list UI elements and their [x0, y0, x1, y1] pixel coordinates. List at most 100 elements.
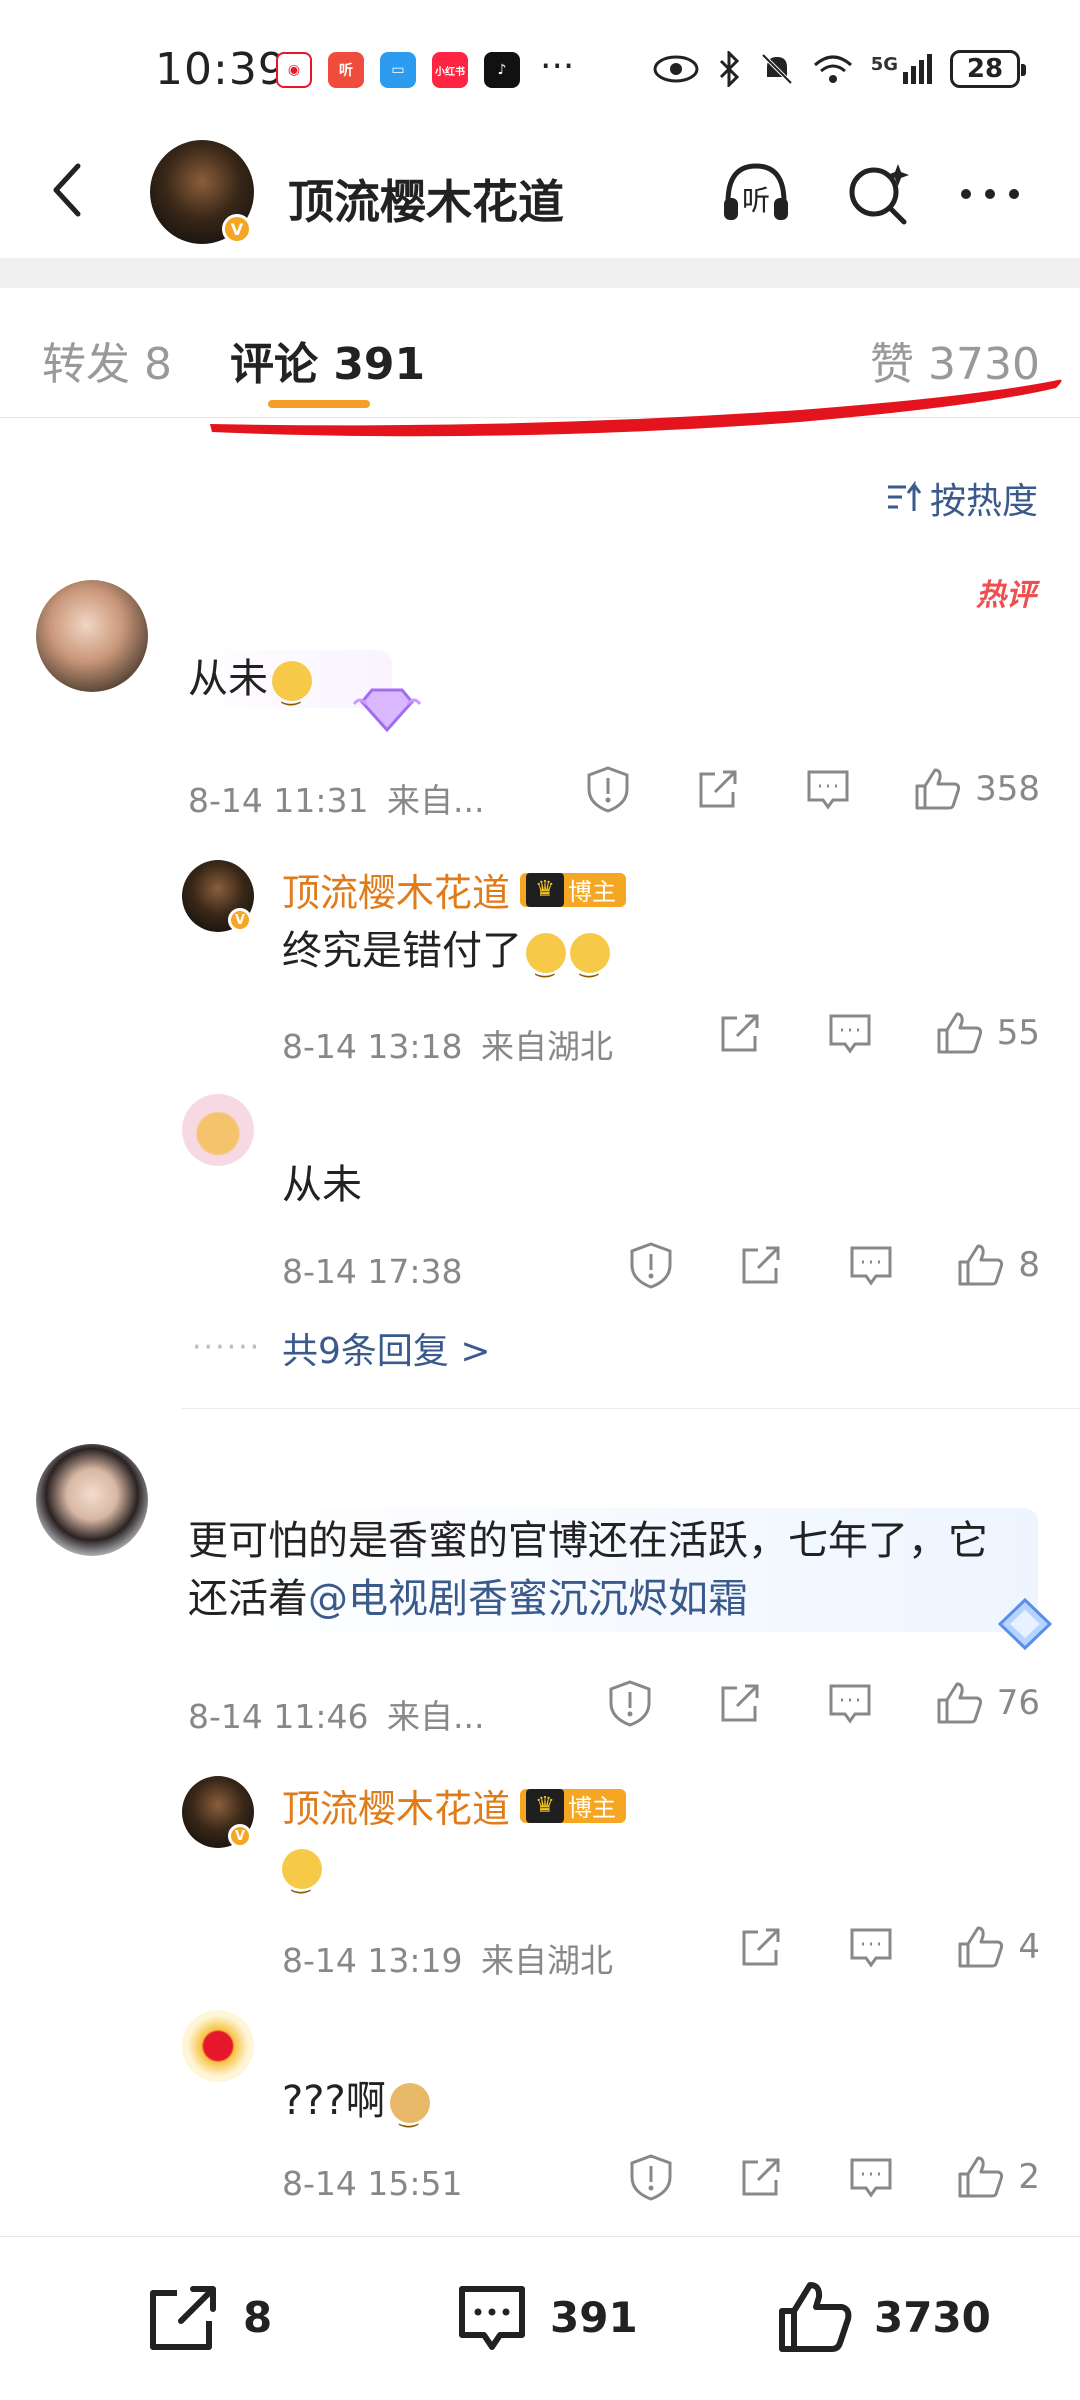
- svg-text:听: 听: [742, 184, 770, 217]
- report-button[interactable]: [583, 764, 633, 814]
- share-icon: [721, 1684, 759, 1722]
- reply-button[interactable]: [846, 1922, 896, 1972]
- commenter-avatar[interactable]: [36, 580, 148, 692]
- report-button[interactable]: [605, 1678, 655, 1728]
- signal-indicator: 5G: [871, 54, 932, 84]
- diamond-badge-icon: [352, 688, 422, 733]
- report-button[interactable]: [626, 2152, 676, 2202]
- battery-indicator: 28: [950, 50, 1026, 88]
- more-options-icon[interactable]: [952, 156, 1028, 232]
- shield-icon: [630, 1242, 672, 1289]
- reply-actions: 4: [676, 1922, 1040, 1972]
- comment-source: 来自...: [387, 781, 485, 820]
- thumbs-up-icon: [937, 1682, 982, 1724]
- sort-by-hot-button[interactable]: 按热度: [886, 472, 1038, 524]
- tab-comments[interactable]: 评论 391: [230, 328, 425, 392]
- share-button[interactable]: [715, 1008, 765, 1058]
- cry-emoji-icon: [570, 933, 610, 995]
- comment-button[interactable]: 391: [452, 2277, 638, 2357]
- share-button[interactable]: [715, 1678, 765, 1728]
- mention-link[interactable]: @电视剧香蜜沉沉烬如霜: [308, 1576, 748, 1622]
- reply-button[interactable]: [825, 1008, 875, 1058]
- more-notifications-icon: ···: [540, 46, 575, 87]
- tiktok-app-icon: ♪: [484, 52, 520, 88]
- comment-icon: [829, 1014, 871, 1054]
- reply-actions: 8: [566, 1240, 1040, 1290]
- status-app-icons: ◉ 听 ▭ 小红书 ♪: [276, 52, 520, 88]
- sort-label: 按热度: [929, 481, 1038, 522]
- reply-author[interactable]: 顶流樱木花道 ♛ 博主: [282, 862, 627, 917]
- post-header: V 顶流樱木花道 听: [0, 130, 1080, 255]
- reply-author[interactable]: 顶流樱木花道 ♛ 博主: [282, 1778, 627, 1833]
- comment-text-content: 从未: [188, 656, 268, 702]
- share-icon: [699, 770, 737, 808]
- host-badge-label: 博主: [568, 1794, 617, 1822]
- like-button[interactable]: 76: [935, 1678, 1040, 1728]
- report-button[interactable]: [626, 1240, 676, 1290]
- thumbs-up-icon: [779, 2282, 852, 2352]
- reply-source: 来自湖北: [481, 1941, 613, 1980]
- thumbs-up-icon: [915, 768, 961, 810]
- section-divider: [0, 258, 1080, 288]
- pout-emoji-icon: [272, 661, 312, 723]
- comment-icon: [850, 2158, 892, 2198]
- comment-icon: [850, 1246, 892, 1286]
- share-button[interactable]: [736, 2152, 786, 2202]
- host-badge-label: 博主: [568, 878, 617, 906]
- reply-actions: 2: [566, 2152, 1040, 2202]
- like-button[interactable]: 8: [956, 1240, 1040, 1290]
- comment-icon: [459, 2286, 525, 2350]
- repost-button[interactable]: 8: [145, 2277, 272, 2357]
- reply-button[interactable]: [803, 764, 853, 814]
- reply-button[interactable]: [846, 1240, 896, 1290]
- comment-source: 来自...: [387, 1697, 485, 1736]
- reply-button[interactable]: [825, 1678, 875, 1728]
- back-arrow-icon[interactable]: [38, 160, 98, 220]
- like-post-button[interactable]: 3730: [776, 2277, 991, 2357]
- reply-text-content: ???啊: [282, 2078, 386, 2124]
- like-button[interactable]: 55: [935, 1008, 1040, 1058]
- status-bar: 10:39 ◉ 听 ▭ 小红书 ♪ ··· 5G 28: [0, 0, 1080, 130]
- bluetooth-icon: [719, 51, 739, 87]
- commenter-avatar[interactable]: [36, 1444, 148, 1556]
- like-count: 4: [1018, 1927, 1040, 1967]
- share-icon: [742, 2158, 780, 2196]
- comment-icon: [829, 1684, 871, 1724]
- host-badge: ♛ 博主: [520, 872, 627, 907]
- reply-source: 来自湖北: [481, 1027, 613, 1066]
- view-more-replies-link[interactable]: 共9条回复 >: [282, 1322, 491, 1374]
- like-button[interactable]: 2: [956, 2152, 1040, 2202]
- comment-icon: [850, 1928, 892, 1968]
- reply-time: 8-14 13:18: [282, 1027, 463, 1066]
- author-name[interactable]: 顶流樱木花道: [288, 166, 564, 232]
- tab-likes[interactable]: 赞 3730: [870, 328, 1040, 392]
- like-button[interactable]: 4: [956, 1922, 1040, 1972]
- search-icon[interactable]: [840, 156, 916, 232]
- like-count: 358: [975, 769, 1040, 809]
- reply-text: [282, 1838, 322, 1911]
- xiaohongshu-app-icon: 小红书: [432, 52, 468, 88]
- verified-badge-icon: V: [228, 1824, 252, 1848]
- active-tab-indicator: [268, 400, 370, 408]
- listen-icon[interactable]: 听: [718, 156, 794, 232]
- like-total: 3730: [874, 2292, 991, 2342]
- reply-button[interactable]: [846, 2152, 896, 2202]
- share-button[interactable]: [736, 1240, 786, 1290]
- tab-repost[interactable]: 转发 8: [42, 328, 172, 392]
- message-app-icon: ▭: [380, 52, 416, 88]
- share-button[interactable]: [693, 764, 743, 814]
- comment-time: 8-14 11:46: [188, 1697, 369, 1736]
- like-button[interactable]: 358: [913, 764, 1040, 814]
- reply-author-avatar[interactable]: [182, 2010, 254, 2082]
- comment-separator: [182, 1408, 1080, 1409]
- reply-author-avatar[interactable]: [182, 1094, 254, 1166]
- comment-actions: 358: [523, 764, 1040, 814]
- cry-emoji-icon: [526, 933, 566, 995]
- share-button[interactable]: [736, 1922, 786, 1972]
- verified-badge-icon: V: [222, 214, 252, 244]
- weibo-app-icon: ◉: [276, 52, 312, 88]
- status-indicators: 5G 28: [653, 50, 1026, 88]
- reply-meta: 8-14 13:19 来自湖北: [282, 1934, 613, 1982]
- thumbs-up-icon: [958, 1926, 1004, 1968]
- comment-meta: 8-14 11:46 来自...: [188, 1690, 484, 1738]
